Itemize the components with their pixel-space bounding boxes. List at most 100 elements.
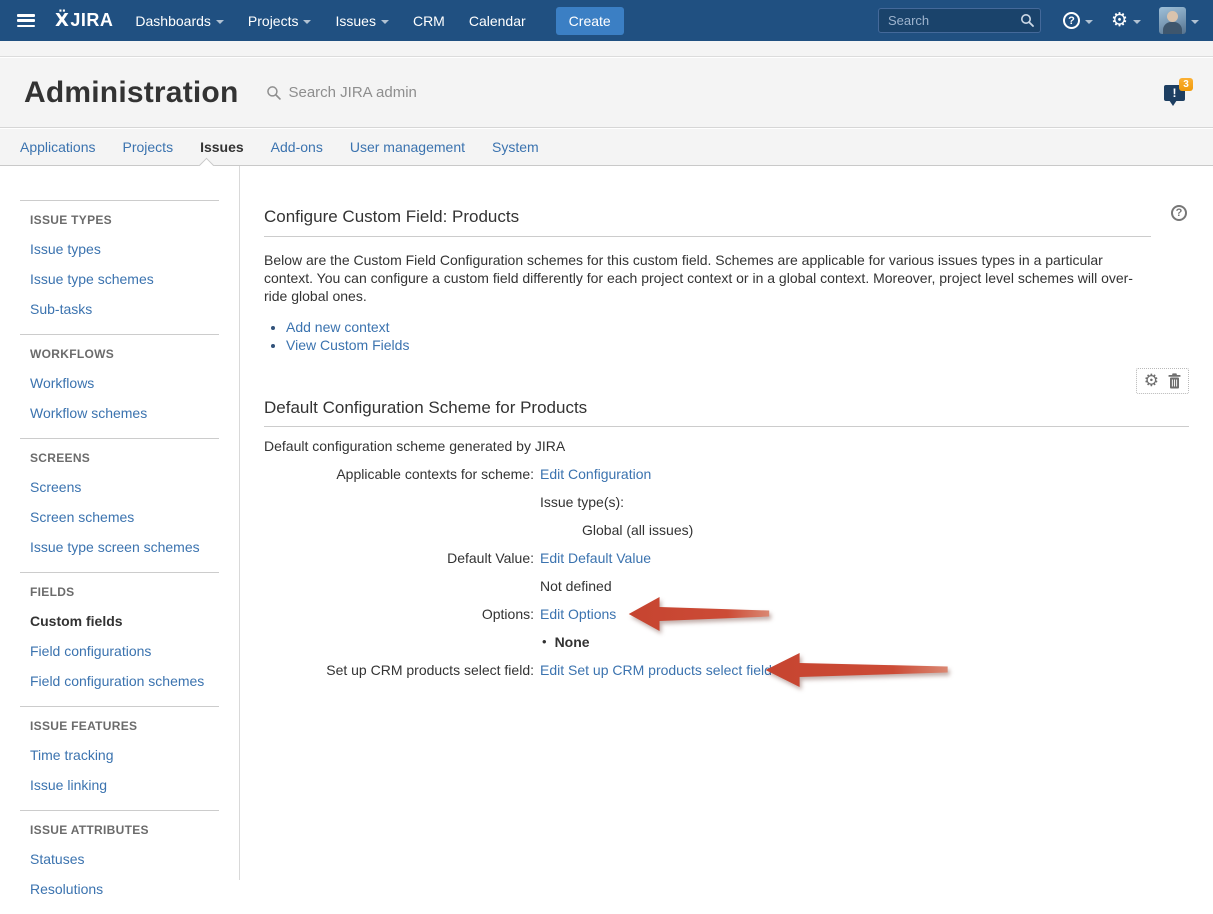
issue-types-value: Global (all issues) [582, 521, 693, 539]
list-item: View Custom Fields [286, 336, 1189, 354]
edit-default-value-link[interactable]: Edit Default Value [540, 550, 651, 566]
navbar-search [878, 8, 1041, 33]
help-menu[interactable]: ? [1063, 12, 1093, 29]
scheme-gear-icon[interactable]: ⚙ [1144, 372, 1159, 390]
avatar [1159, 7, 1186, 34]
sidebar-section-workflows: WORKFLOWS Workflows Workflow schemes [20, 334, 219, 438]
header-spacer-strip [0, 41, 1213, 57]
jira-logo[interactable]: Ẍ JIRA [55, 10, 113, 31]
sidebar-item-screens[interactable]: Screens [30, 479, 219, 495]
hamburger-menu-icon[interactable] [17, 14, 35, 27]
chevron-down-icon [1133, 20, 1141, 24]
sidebar-item-issue-type-schemes[interactable]: Issue type schemes [30, 271, 219, 287]
user-menu[interactable] [1159, 7, 1199, 34]
sidebar-item-statuses[interactable]: Statuses [30, 851, 219, 867]
help-icon[interactable]: ? [1171, 205, 1187, 221]
notifications-button[interactable]: ! 3 [1164, 85, 1185, 101]
sidebar-section-title: ISSUE FEATURES [30, 714, 219, 733]
chevron-down-icon [381, 20, 389, 24]
navbar-menu: Dashboards Projects Issues CRM Calendar [135, 13, 549, 29]
tab-add-ons[interactable]: Add-ons [271, 139, 323, 155]
create-button[interactable]: Create [556, 7, 624, 35]
sidebar-section-title: SCREENS [30, 446, 219, 465]
help-icon: ? [1063, 12, 1080, 29]
annotation-arrow-icon [626, 594, 771, 634]
admin-search [266, 84, 508, 101]
nav-dashboards[interactable]: Dashboards [135, 13, 224, 29]
options-value: None [555, 633, 590, 651]
nav-projects[interactable]: Projects [248, 13, 312, 29]
sidebar-item-issue-linking[interactable]: Issue linking [30, 777, 219, 793]
sidebar-item-workflows[interactable]: Workflows [30, 375, 219, 391]
view-custom-fields-link[interactable]: View Custom Fields [286, 337, 409, 353]
scheme-subtitle: Default configuration scheme generated b… [264, 437, 1189, 455]
content-header: Configure Custom Field: Products ? [264, 207, 1151, 237]
row-label: Options: [264, 605, 540, 651]
admin-tab-bar: Applications Projects Issues Add-ons Use… [0, 129, 1213, 166]
tab-user-management[interactable]: User management [350, 139, 465, 155]
chevron-down-icon [1085, 20, 1093, 24]
sidebar-item-time-tracking[interactable]: Time tracking [30, 747, 219, 763]
nav-issues[interactable]: Issues [335, 13, 388, 29]
edit-options-link[interactable]: Edit Options [540, 606, 616, 622]
search-icon [266, 85, 281, 100]
navbar-search-input[interactable] [878, 8, 1041, 33]
sidebar-item-workflow-schemes[interactable]: Workflow schemes [30, 405, 219, 421]
gear-icon: ⚙ [1111, 11, 1128, 30]
notification-count-badge: 3 [1179, 78, 1193, 91]
edit-crm-select-field-link[interactable]: Edit Set up CRM products select field [540, 662, 772, 678]
row-label [264, 493, 540, 539]
nav-crm[interactable]: CRM [413, 13, 445, 29]
search-icon [1020, 13, 1034, 27]
sidebar-item-custom-fields[interactable]: Custom fields [30, 613, 219, 629]
default-value-value: Not defined [540, 577, 651, 595]
content-title: Configure Custom Field: Products [264, 207, 1151, 227]
trash-icon[interactable] [1168, 373, 1181, 389]
tab-system[interactable]: System [492, 139, 539, 155]
navbar-right: ? ⚙ [878, 7, 1199, 34]
scheme-tools: ⚙ [1136, 368, 1189, 394]
jira-logo-text: JIRA [70, 10, 113, 31]
chevron-down-icon [1191, 20, 1199, 24]
sidebar-item-resolutions[interactable]: Resolutions [30, 881, 219, 897]
row-label: Set up CRM products select field: [264, 661, 540, 679]
row-label: Default Value: [264, 549, 540, 595]
admin-search-input[interactable] [288, 84, 508, 101]
sidebar-section-title: ISSUE ATTRIBUTES [30, 818, 219, 837]
sidebar-section-title: ISSUE TYPES [30, 208, 219, 227]
top-navbar: Ẍ JIRA Dashboards Projects Issues CRM Ca… [0, 0, 1213, 41]
row-options: Options: Edit Options • None [264, 605, 1189, 651]
sidebar-section-title: FIELDS [30, 580, 219, 599]
bullet-icon: • [542, 633, 547, 651]
row-default-value: Default Value: Edit Default Value Not de… [264, 549, 1189, 595]
sidebar-section-issue-types: ISSUE TYPES Issue types Issue type schem… [20, 200, 219, 334]
list-item: Add new context [286, 318, 1189, 336]
sidebar-section-fields: FIELDS Custom fields Field configuration… [20, 572, 219, 706]
nav-calendar[interactable]: Calendar [469, 13, 526, 29]
scheme-definition-list: Applicable contexts for scheme: Edit Con… [264, 465, 1189, 679]
scheme-title: Default Configuration Scheme for Product… [264, 398, 1189, 427]
tab-projects[interactable]: Projects [123, 139, 174, 155]
tab-applications[interactable]: Applications [20, 139, 96, 155]
sidebar-item-issue-type-screen-schemes[interactable]: Issue type screen schemes [30, 539, 219, 555]
admin-settings-menu[interactable]: ⚙ [1111, 11, 1141, 30]
row-label: Applicable contexts for scheme: [264, 465, 540, 483]
page-title: Administration [24, 76, 238, 110]
admin-sidebar: ISSUE TYPES Issue types Issue type schem… [0, 166, 240, 880]
sidebar-item-screen-schemes[interactable]: Screen schemes [30, 509, 219, 525]
edit-configuration-link[interactable]: Edit Configuration [540, 466, 651, 482]
annotation-arrow-icon [762, 650, 950, 690]
content-description: Below are the Custom Field Configuration… [264, 251, 1154, 305]
sidebar-section-title: WORKFLOWS [30, 342, 219, 361]
sidebar-item-field-configurations[interactable]: Field configurations [30, 643, 219, 659]
tab-issues[interactable]: Issues [200, 139, 244, 155]
add-new-context-link[interactable]: Add new context [286, 319, 390, 335]
sidebar-item-issue-types[interactable]: Issue types [30, 241, 219, 257]
scheme-tools-row: ⚙ [264, 368, 1189, 394]
main-content: Configure Custom Field: Products ? Below… [240, 166, 1213, 880]
sidebar-item-field-configuration-schemes[interactable]: Field configuration schemes [30, 673, 219, 689]
chevron-down-icon [216, 20, 224, 24]
jira-logo-icon: Ẍ [55, 10, 69, 31]
sidebar-section-issue-features: ISSUE FEATURES Time tracking Issue linki… [20, 706, 219, 810]
sidebar-item-sub-tasks[interactable]: Sub-tasks [30, 301, 219, 317]
